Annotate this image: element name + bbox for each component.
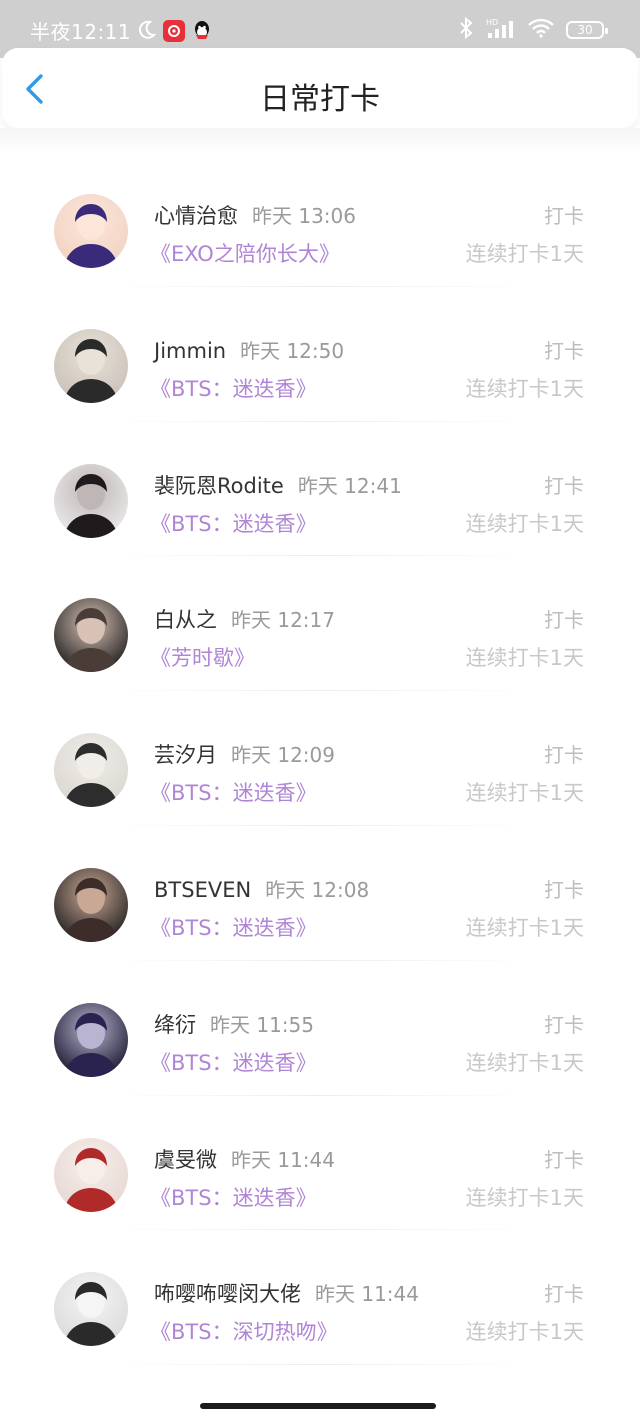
checkin-time: 昨天 12:08	[265, 877, 370, 902]
avatar[interactable]	[54, 1002, 128, 1077]
user-name-line: 芸汐月 昨天 12:09	[154, 739, 335, 769]
list-item[interactable]: 虞旻微 昨天 11:44 打卡 《BTS：迷迭香》 连续打卡1天	[0, 1096, 640, 1231]
checkin-time: 昨天 11:44	[315, 1282, 419, 1307]
user-name-line: 心情治愈 昨天 13:06	[154, 200, 356, 230]
checkin-tag: 打卡	[544, 204, 584, 228]
signal-icon: HD	[486, 17, 516, 43]
user-name[interactable]: Jimmin	[154, 339, 226, 363]
user-name[interactable]: 绛衍	[154, 1009, 196, 1039]
list-item[interactable]: 芸汐月 昨天 12:09 打卡 《BTS：迷迭香》 连续打卡1天	[0, 691, 640, 826]
list-item[interactable]: 咘嘤咘嘤闵大佬 昨天 11:44 打卡 《BTS：深切热吻》 连续打卡1天	[0, 1230, 640, 1366]
content-top-shade	[0, 128, 640, 154]
status-time: 半夜12:11	[30, 20, 132, 44]
divider	[104, 1364, 536, 1366]
avatar[interactable]	[54, 328, 128, 403]
checkin-time: 昨天 11:55	[210, 1012, 314, 1037]
checkin-tag: 打卡	[544, 1282, 584, 1307]
battery-level: 30	[577, 23, 593, 37]
list-item[interactable]: 白从之 昨天 12:17 打卡 《芳时歇》 连续打卡1天	[0, 556, 640, 692]
wifi-icon	[528, 18, 554, 42]
netease-music-icon	[163, 19, 186, 42]
checkin-time: 昨天 12:41	[297, 473, 402, 498]
list-item[interactable]: BTSEVEN 昨天 12:08 打卡 《BTS：迷迭香》 连续打卡1天	[0, 826, 640, 961]
checkin-tag: 打卡	[544, 473, 584, 498]
avatar[interactable]	[54, 1137, 128, 1212]
list-item[interactable]: 裴阮恩Rodite 昨天 12:41 打卡 《BTS：迷迭香》 连续打卡1天	[0, 422, 640, 557]
checkin-time: 昨天 12:50	[240, 338, 345, 363]
status-right: HD 30	[458, 16, 608, 43]
checkin-time: 昨天 11:44	[231, 1147, 335, 1172]
page-title: 日常打卡	[260, 82, 380, 117]
checkin-tag: 打卡	[544, 608, 584, 633]
hd-label: HD	[486, 18, 498, 27]
streak-text: 连续打卡1天	[465, 1185, 584, 1210]
user-name-line: 白从之 昨天 12:17	[154, 604, 335, 634]
user-name[interactable]: 咘嘤咘嘤闵大佬	[154, 1278, 301, 1308]
user-name-line: BTSEVEN 昨天 12:08	[154, 874, 369, 903]
bluetooth-icon	[458, 16, 474, 43]
book-title[interactable]: 《BTS：迷迭香》	[150, 777, 317, 807]
list-item[interactable]: 绛衍 昨天 11:55 打卡 《BTS：迷迭香》 连续打卡1天	[0, 961, 640, 1096]
book-title[interactable]: 《芳时歇》	[150, 642, 255, 672]
book-title[interactable]: 《BTS：迷迭香》	[150, 1047, 317, 1077]
avatar[interactable]	[54, 733, 128, 808]
book-title[interactable]: 《BTS：深切热吻》	[150, 1316, 338, 1346]
checkin-time: 昨天 12:17	[231, 608, 335, 633]
user-name[interactable]: 虞旻微	[154, 1144, 217, 1174]
user-name[interactable]: 白从之	[154, 604, 217, 634]
user-name-line: 裴阮恩Rodite 昨天 12:41	[154, 470, 402, 500]
checkin-tag: 打卡	[544, 877, 584, 902]
checkin-time: 昨天 13:06	[252, 204, 356, 228]
streak-text: 连续打卡1天	[465, 1320, 584, 1345]
user-name[interactable]: 心情治愈	[154, 200, 238, 230]
status-left: 半夜12:11	[30, 16, 213, 45]
streak-text: 连续打卡1天	[465, 646, 584, 671]
streak-text: 连续打卡1天	[465, 376, 584, 401]
checkin-list: 心情治愈 昨天 13:06 打卡 《EXO之陪你长大》 连续打卡1天 Jimmi…	[0, 152, 640, 1366]
user-name-line: Jimmin 昨天 12:50	[154, 335, 344, 364]
avatar[interactable]	[54, 1272, 128, 1347]
avatar[interactable]	[54, 194, 128, 268]
streak-text: 连续打卡1天	[465, 242, 584, 266]
qq-icon	[191, 20, 213, 42]
book-title[interactable]: 《BTS：迷迭香》	[150, 508, 317, 538]
avatar[interactable]	[54, 598, 128, 673]
streak-text: 连续打卡1天	[465, 1050, 584, 1075]
user-name-line: 咘嘤咘嘤闵大佬 昨天 11:44	[154, 1278, 419, 1308]
checkin-tag: 打卡	[544, 1147, 584, 1172]
avatar[interactable]	[54, 463, 128, 538]
streak-text: 连续打卡1天	[465, 511, 584, 536]
list-item[interactable]: Jimmin 昨天 12:50 打卡 《BTS：迷迭香》 连续打卡1天	[0, 287, 640, 422]
user-name[interactable]: 裴阮恩Rodite	[154, 470, 284, 500]
book-title[interactable]: 《BTS：迷迭香》	[150, 373, 317, 403]
checkin-time: 昨天 12:09	[231, 743, 335, 768]
page-header: 日常打卡	[2, 48, 638, 128]
avatar[interactable]	[54, 867, 128, 942]
list-item[interactable]: 心情治愈 昨天 13:06 打卡 《EXO之陪你长大》 连续打卡1天	[0, 152, 640, 287]
home-indicator[interactable]	[200, 1403, 436, 1409]
book-title[interactable]: 《BTS：迷迭香》	[150, 912, 317, 942]
user-name[interactable]: BTSEVEN	[154, 878, 251, 902]
battery-icon: 30	[566, 21, 608, 39]
book-title[interactable]: 《EXO之陪你长大》	[150, 238, 340, 268]
book-title[interactable]: 《BTS：迷迭香》	[150, 1182, 317, 1212]
streak-text: 连续打卡1天	[465, 915, 584, 940]
checkin-tag: 打卡	[544, 743, 584, 768]
streak-text: 连续打卡1天	[465, 781, 584, 806]
user-name-line: 虞旻微 昨天 11:44	[154, 1144, 335, 1174]
checkin-tag: 打卡	[544, 1012, 584, 1037]
moon-icon	[137, 19, 157, 43]
user-name[interactable]: 芸汐月	[154, 739, 217, 769]
checkin-tag: 打卡	[544, 338, 584, 363]
user-name-line: 绛衍 昨天 11:55	[154, 1009, 314, 1039]
